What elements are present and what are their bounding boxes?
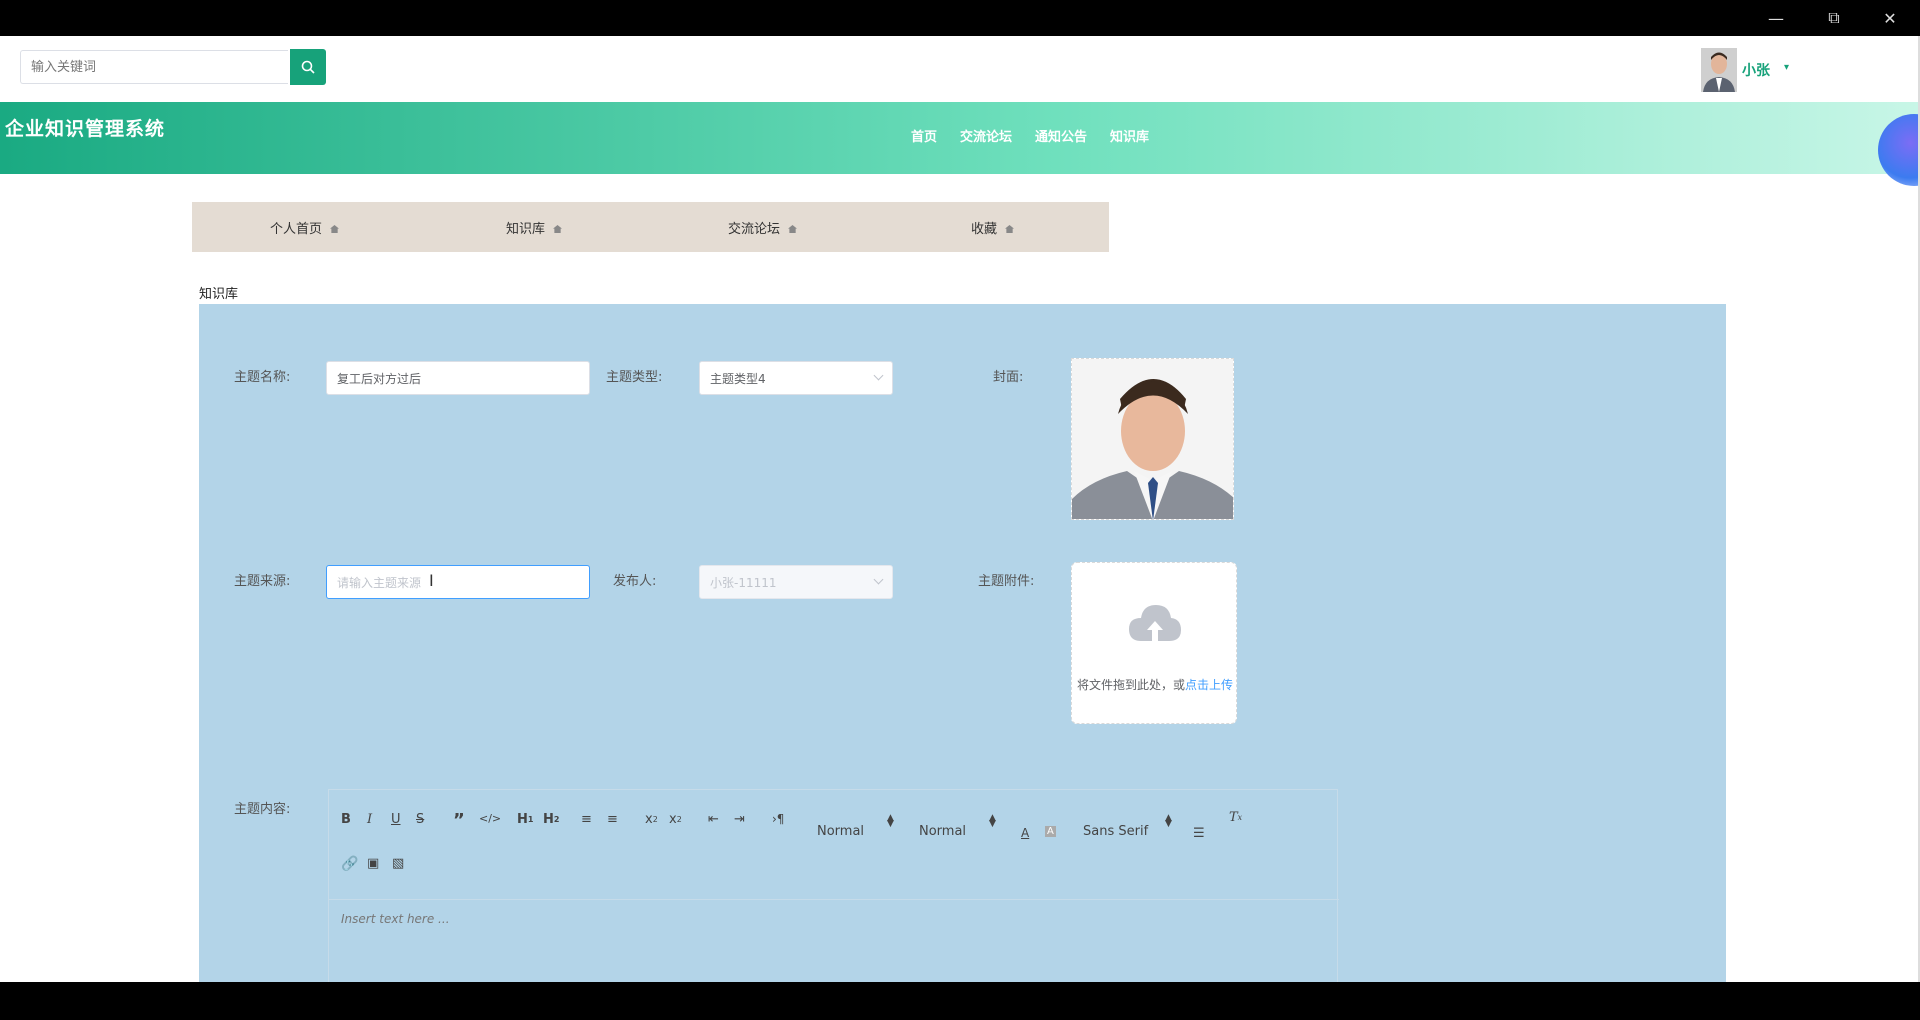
type-label: 主题类型: bbox=[606, 370, 663, 385]
heading1-icon[interactable]: H1 bbox=[517, 812, 533, 827]
restore-icon[interactable]: ⧉ bbox=[1806, 0, 1862, 36]
video-icon[interactable]: ▧ bbox=[392, 856, 404, 871]
indent-icon[interactable]: ⇥ bbox=[734, 812, 745, 827]
image-icon[interactable]: ▣ bbox=[367, 856, 379, 871]
home-icon bbox=[330, 225, 340, 233]
italic-icon[interactable]: I bbox=[367, 812, 372, 827]
home-icon bbox=[1005, 225, 1015, 233]
publisher-label: 发布人: bbox=[613, 574, 657, 589]
home-icon bbox=[553, 225, 563, 233]
blockquote-icon[interactable]: ” bbox=[453, 810, 465, 831]
code-block-icon[interactable]: </> bbox=[479, 812, 501, 825]
content-label: 主题内容: bbox=[234, 802, 291, 817]
nav-item-forum[interactable]: 交流论坛 bbox=[960, 126, 1012, 145]
underline-icon[interactable]: U bbox=[391, 812, 401, 827]
caret-down-icon[interactable]: ▾ bbox=[1784, 62, 1789, 73]
rich-text-editor: B I U S ” </> H1 H2 ≡ ≡ x2 x2 ⇤ ⇥ ›¶ Nor… bbox=[328, 789, 1339, 982]
minimize-icon[interactable]: — bbox=[1748, 0, 1804, 36]
select-arrows-icon: ▲ ▼ bbox=[1165, 813, 1172, 829]
clear-format-icon[interactable]: Tx bbox=[1229, 810, 1242, 825]
font-select[interactable]: Sans Serif ▲ ▼ bbox=[1083, 814, 1172, 840]
attachment-label: 主题附件: bbox=[978, 574, 1035, 589]
subnav-item-knowledge[interactable]: 知识库 bbox=[506, 218, 563, 237]
upload-hint: 将文件拖到此处，或 bbox=[1076, 678, 1185, 692]
select-arrows-icon: ▲ ▼ bbox=[989, 813, 996, 829]
heading2-icon[interactable]: H2 bbox=[543, 812, 559, 827]
cloud-upload-icon bbox=[1129, 605, 1181, 641]
header-select[interactable]: Normal ▲ ▼ bbox=[817, 814, 894, 840]
name-label: 主题名称: bbox=[234, 370, 291, 385]
editor-toolbar: B I U S ” </> H1 H2 ≡ ≡ x2 x2 ⇤ ⇥ ›¶ Nor… bbox=[329, 790, 1339, 900]
user-subnav: 个人首页 知识库 交流论坛 收藏 bbox=[192, 202, 1109, 252]
type-select[interactable]: 主题类型4 bbox=[699, 361, 893, 395]
subnav-item-favorites[interactable]: 收藏 bbox=[971, 218, 1015, 237]
nav-item-knowledge[interactable]: 知识库 bbox=[1110, 126, 1149, 145]
bold-icon[interactable]: B bbox=[341, 812, 351, 827]
cover-image[interactable] bbox=[1071, 358, 1234, 520]
search-icon bbox=[301, 60, 315, 74]
knowledge-form: 主题名称: 复工后对方过后 主题类型: 主题类型4 封面: 主题来源: 请输入主… bbox=[199, 304, 1726, 982]
avatar[interactable] bbox=[1701, 48, 1737, 92]
section-title: 知识库 bbox=[199, 287, 239, 302]
search-button[interactable] bbox=[290, 49, 326, 85]
assistant-ball-icon[interactable] bbox=[1878, 114, 1920, 186]
text-direction-icon[interactable]: ›¶ bbox=[772, 812, 784, 826]
align-icon[interactable]: ☰ bbox=[1193, 826, 1205, 841]
source-input[interactable]: 请输入主题来源 I bbox=[326, 565, 590, 599]
size-select[interactable]: Normal ▲ ▼ bbox=[919, 814, 996, 840]
publisher-select: 小张-11111 bbox=[699, 565, 893, 599]
editor-placeholder[interactable]: Insert text here ... bbox=[341, 912, 450, 926]
chevron-down-icon bbox=[873, 574, 884, 585]
text-color-icon[interactable]: A bbox=[1021, 826, 1029, 840]
strikethrough-icon[interactable]: S bbox=[416, 812, 424, 827]
select-arrows-icon: ▲ ▼ bbox=[887, 813, 894, 829]
window-titlebar: — ⧉ ✕ bbox=[0, 0, 1920, 36]
cover-label: 封面: bbox=[993, 370, 1024, 385]
search-input[interactable] bbox=[20, 50, 288, 84]
taskbar bbox=[0, 982, 1920, 1020]
home-icon bbox=[788, 225, 798, 233]
close-icon[interactable]: ✕ bbox=[1862, 0, 1918, 36]
bullet-list-icon[interactable]: ≡ bbox=[607, 812, 618, 827]
main-nav: 首页 交流论坛 通知公告 知识库 bbox=[911, 126, 1172, 145]
text-cursor-icon: I bbox=[429, 571, 434, 590]
subnav-item-forum[interactable]: 交流论坛 bbox=[728, 218, 798, 237]
source-label: 主题来源: bbox=[234, 574, 291, 589]
outdent-icon[interactable]: ⇤ bbox=[708, 812, 719, 827]
ordered-list-icon[interactable]: ≡ bbox=[581, 812, 592, 827]
nav-item-home[interactable]: 首页 bbox=[911, 126, 937, 145]
background-color-icon[interactable]: A bbox=[1045, 826, 1056, 837]
attachment-upload[interactable]: 将文件拖到此处，或点击上传 bbox=[1071, 562, 1237, 724]
chevron-down-icon bbox=[873, 370, 884, 381]
top-bar: 小张 ▾ bbox=[0, 36, 1920, 102]
upload-link[interactable]: 点击上传 bbox=[1185, 678, 1233, 692]
subscript-icon[interactable]: x2 bbox=[645, 812, 658, 827]
nav-item-notice[interactable]: 通知公告 bbox=[1035, 126, 1087, 145]
site-title: 企业知识管理系统 bbox=[5, 118, 166, 140]
site-header: 企业知识管理系统 首页 交流论坛 通知公告 知识库 bbox=[0, 102, 1920, 186]
link-icon[interactable]: 🔗 bbox=[341, 856, 358, 872]
subnav-item-profile[interactable]: 个人首页 bbox=[270, 218, 340, 237]
user-name[interactable]: 小张 bbox=[1742, 60, 1770, 80]
name-input[interactable]: 复工后对方过后 bbox=[326, 361, 590, 395]
browser-viewport: 小张 ▾ 企业知识管理系统 首页 交流论坛 通知公告 知识库 个人首页 知识库 … bbox=[0, 36, 1920, 982]
superscript-icon[interactable]: x2 bbox=[669, 812, 682, 827]
